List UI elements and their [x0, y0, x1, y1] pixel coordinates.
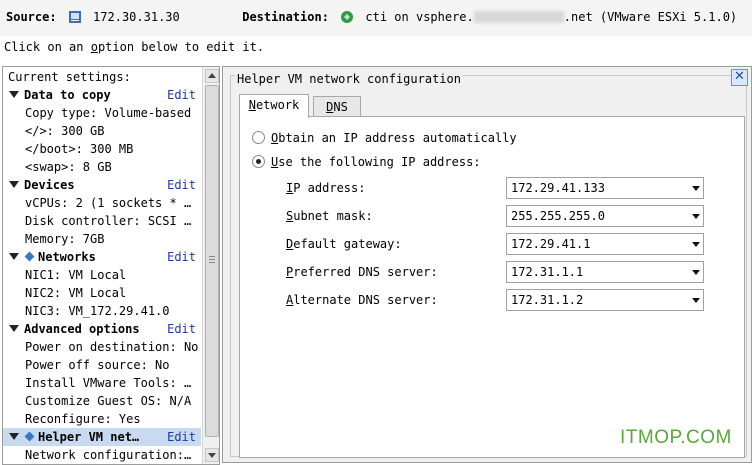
setting-item: NIC1: VM Local — [25, 268, 127, 282]
radio-use-following[interactable]: Use the following IP address: — [252, 153, 481, 171]
section-header[interactable]: Networks — [9, 248, 96, 266]
scroll-down-arrow[interactable] — [205, 448, 219, 462]
collapse-triangle-icon[interactable] — [9, 433, 19, 440]
settings-caption: Current settings: — [8, 70, 131, 84]
section-header[interactable]: Advanced options — [9, 320, 140, 338]
instruction-text: Click on an option below to edit it. — [4, 40, 265, 54]
edit-link[interactable]: Edit — [167, 320, 196, 338]
server-icon — [68, 10, 82, 24]
preferred-dns-combo[interactable]: 172.31.1.1 — [506, 261, 704, 283]
section-header[interactable]: Data to copy — [9, 86, 111, 104]
setting-item: Network configuration:… — [25, 448, 192, 462]
close-panel-button[interactable]: ✕ — [731, 69, 748, 86]
scroll-up-arrow[interactable] — [205, 69, 219, 83]
vsphere-icon — [340, 10, 354, 24]
network-tab-page: Obtain an IP address automatically Use t… — [239, 116, 745, 458]
setting-item: vCPUs: 2 (1 sockets * … — [25, 196, 192, 210]
tab-dns[interactable]: DNS — [313, 96, 361, 117]
radio-obtain-automatically[interactable]: Obtain an IP address automatically — [252, 129, 517, 147]
setting-item: Install VMware Tools: … — [25, 376, 192, 390]
chevron-down-icon[interactable] — [692, 242, 700, 247]
destination-suffix: .net (VMware ESXi 5.1.0) — [563, 10, 738, 24]
setting-item: NIC2: VM Local — [25, 286, 127, 300]
helper-vm-config-panel: Helper VM network configuration ✕ Networ… — [222, 66, 752, 463]
setting-item: Memory: 7GB — [25, 232, 105, 246]
radio-button-on[interactable] — [252, 155, 265, 168]
diamond-icon — [24, 431, 35, 442]
collapse-triangle-icon[interactable] — [9, 181, 19, 188]
setting-item: NIC3: VM_172.29.41.0 — [25, 304, 170, 318]
source-label: Source: — [6, 10, 57, 24]
default-gateway-label: Default gateway: — [286, 237, 402, 251]
ip-address-label: IP address: — [286, 181, 366, 195]
setting-item: Disk controller: SCSI … — [25, 214, 192, 228]
setting-item: Power on destination: No — [25, 340, 199, 354]
watermark-text: ITMOP.COM — [620, 427, 732, 448]
chevron-down-icon[interactable] — [692, 186, 700, 191]
chevron-down-icon[interactable] — [692, 298, 700, 303]
settings-summary-panel: Current settings: Data to copy Edit Copy ty… — [2, 66, 220, 465]
setting-item: Copy type: Volume-based — [25, 106, 192, 120]
setting-item: <swap>: 8 GB — [25, 160, 112, 174]
destination-prefix: cti on vsphere. — [365, 10, 474, 24]
default-gateway-combo[interactable]: 172.29.41.1 — [506, 233, 704, 255]
setting-item: </>: 300 GB — [25, 124, 105, 138]
diamond-icon — [24, 251, 35, 262]
preferred-dns-label: Preferred DNS server: — [286, 265, 438, 279]
chevron-down-icon[interactable] — [692, 214, 700, 219]
setting-item: Reconfigure: Yes — [25, 412, 141, 426]
setting-item: Customize Guest OS: N/A — [25, 394, 192, 408]
scroll-thumb[interactable] — [205, 85, 219, 437]
section-title: Advanced options — [24, 322, 140, 336]
section-header[interactable]: Helper VM net… — [9, 428, 139, 446]
vertical-scrollbar[interactable] — [202, 67, 219, 464]
collapse-triangle-icon[interactable] — [9, 325, 19, 332]
setting-item: </boot>: 300 MB — [25, 142, 134, 156]
section-title: Networks — [38, 250, 96, 264]
subnet-mask-combo[interactable]: 255.255.255.0 — [506, 205, 704, 227]
group-title: Helper VM network configuration — [235, 72, 463, 86]
section-title: Data to copy — [24, 88, 111, 102]
redacted-host — [473, 11, 564, 23]
section-title: Helper VM net… — [38, 430, 140, 444]
connection-header: Source: 172.30.31.30 Destination: cti on… — [0, 0, 752, 36]
chevron-down-icon[interactable] — [692, 270, 700, 275]
edit-link[interactable]: Edit — [167, 86, 196, 104]
subnet-mask-label: Subnet mask: — [286, 209, 373, 223]
collapse-triangle-icon[interactable] — [9, 91, 19, 98]
edit-link[interactable]: Edit — [167, 248, 196, 266]
setting-item: Power off source: No — [25, 358, 170, 372]
close-icon[interactable]: ✕ — [734, 69, 745, 84]
destination-label: Destination: — [242, 10, 329, 24]
alternate-dns-combo[interactable]: 172.31.1.2 — [506, 289, 704, 311]
edit-link[interactable]: Edit — [167, 176, 196, 194]
alternate-dns-label: Alternate DNS server: — [286, 293, 438, 307]
edit-link[interactable]: Edit — [167, 428, 196, 446]
source-value: 172.30.31.30 — [93, 10, 180, 24]
section-header[interactable]: Devices — [9, 176, 75, 194]
ip-address-combo[interactable]: 172.29.41.133 — [506, 177, 704, 199]
tab-network[interactable]: Network — [239, 94, 309, 118]
collapse-triangle-icon[interactable] — [9, 253, 19, 260]
section-title: Devices — [24, 178, 75, 192]
radio-button-off[interactable] — [252, 131, 265, 144]
